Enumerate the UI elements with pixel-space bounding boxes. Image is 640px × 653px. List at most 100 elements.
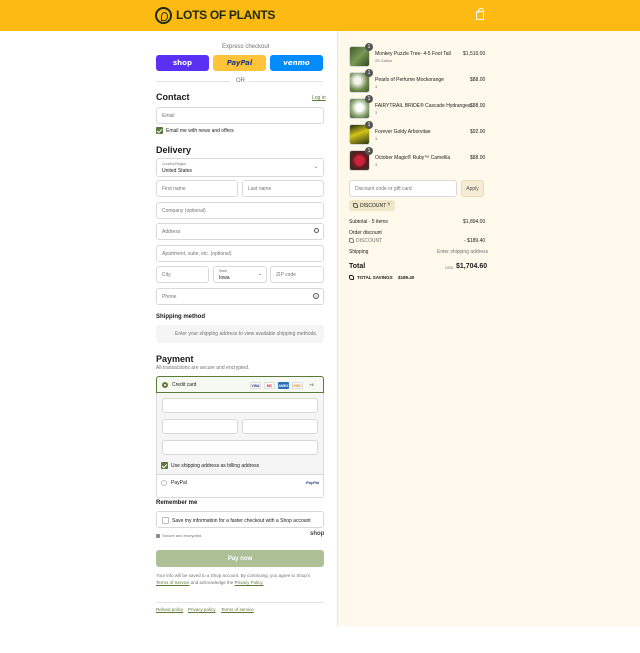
first-name-field[interactable]: First name bbox=[156, 180, 238, 197]
shipping-method-text: Enter your shipping address to view avai… bbox=[175, 331, 318, 337]
help-icon[interactable]: ? bbox=[313, 293, 319, 299]
total-label: Total bbox=[349, 263, 366, 270]
lock-icon bbox=[156, 534, 160, 538]
shop-logo: shop bbox=[310, 531, 325, 537]
lop-logo-icon[interactable] bbox=[155, 7, 172, 24]
shipping-method-heading: Shipping method bbox=[156, 314, 205, 320]
item-name: Forever Goldy Arborvitae bbox=[375, 129, 431, 135]
divider bbox=[156, 602, 324, 603]
item-price: $88.00 bbox=[470, 77, 486, 83]
refund-policy-link[interactable]: Refund policy bbox=[156, 607, 183, 612]
billing-label: Use shipping address as billing address bbox=[171, 463, 260, 469]
total-savings-value: $189.40 bbox=[398, 275, 415, 280]
bag-icon[interactable] bbox=[476, 8, 484, 20]
quantity-badge: 1 bbox=[365, 43, 373, 51]
billing-checkbox[interactable] bbox=[161, 462, 168, 469]
venmo-button[interactable]: venmo bbox=[270, 55, 323, 71]
item-variant: 25 Gallon bbox=[375, 58, 393, 63]
city-placeholder: City bbox=[162, 272, 171, 278]
expiration-field[interactable] bbox=[162, 419, 238, 434]
shipping-value: Enter shipping address bbox=[437, 249, 489, 255]
secure-label: Secure and encrypted bbox=[162, 533, 202, 538]
search-icon bbox=[314, 228, 319, 233]
pay-now-button[interactable]: Pay now bbox=[156, 550, 324, 567]
total-savings-label: TOTAL SAVINGS bbox=[357, 275, 393, 280]
divider bbox=[157, 474, 323, 475]
address-field[interactable]: Address bbox=[156, 223, 324, 240]
paypal-logo: PayPal bbox=[306, 480, 320, 485]
item-price: $88.00 bbox=[470, 103, 486, 109]
tag-icon bbox=[353, 203, 358, 208]
item-name: FAIRYTRAIL BRIDE® Cascade Hydrangea bbox=[375, 103, 471, 109]
express-checkout-title: Express checkout bbox=[222, 44, 270, 50]
last-name-placeholder: Last name bbox=[248, 186, 272, 192]
paypal-button[interactable]: PayPal bbox=[213, 55, 266, 71]
newsletter-checkbox[interactable] bbox=[156, 127, 163, 134]
legal-text-1: Your info will be saved to a Shop accoun… bbox=[156, 573, 311, 578]
last-name-field[interactable]: Last name bbox=[242, 180, 324, 197]
terms-of-service-link[interactable]: Terms of service bbox=[221, 607, 254, 612]
remember-me-box[interactable]: Save my information for a faster checkou… bbox=[156, 511, 324, 528]
company-field[interactable]: Company (optional) bbox=[156, 202, 324, 219]
city-field[interactable]: City bbox=[156, 266, 209, 283]
visa-icon: VISA bbox=[250, 382, 261, 389]
zip-field[interactable]: ZIP code bbox=[270, 266, 324, 283]
currency-label: USD bbox=[445, 265, 454, 270]
phone-placeholder: Phone bbox=[162, 294, 177, 300]
apartment-field[interactable]: Apartment, suite, etc. (optional) bbox=[156, 245, 324, 262]
remove-discount-icon[interactable]: × bbox=[387, 202, 391, 208]
item-price: $92.00 bbox=[470, 129, 486, 135]
quantity-badge: 1 bbox=[365, 121, 373, 129]
credit-card-option[interactable]: Credit card VISA MC AMEX DISC +4 bbox=[156, 376, 324, 393]
country-value: United States bbox=[162, 168, 193, 174]
state-value: Iowa bbox=[219, 275, 230, 281]
privacy-link[interactable]: Privacy Policy. bbox=[235, 580, 264, 585]
shop-pay-button[interactable]: shop bbox=[156, 55, 209, 71]
delivery-heading: Delivery bbox=[156, 145, 192, 155]
payment-heading: Payment bbox=[156, 354, 194, 364]
payment-subtitle: All transactions are secure and encrypte… bbox=[156, 365, 250, 371]
quantity-badge: 1 bbox=[365, 95, 373, 103]
phone-field[interactable]: Phone ? bbox=[156, 288, 324, 305]
apartment-placeholder: Apartment, suite, etc. (optional) bbox=[162, 251, 232, 257]
apply-button[interactable]: Apply bbox=[461, 180, 484, 197]
brand-logo[interactable]: LOTS OF PLANTS bbox=[176, 8, 275, 22]
discover-icon: DISC bbox=[292, 382, 303, 389]
chevron-down-icon: ⌄ bbox=[257, 271, 262, 277]
quantity-badge: 1 bbox=[365, 69, 373, 77]
country-label: Country/Region bbox=[162, 162, 187, 166]
discount-tag-label: DISCOUNT bbox=[360, 203, 387, 209]
login-link[interactable]: Log in bbox=[312, 95, 326, 101]
or-divider-label: OR bbox=[236, 78, 245, 84]
state-label: State bbox=[219, 269, 228, 273]
more-cards-label: +4 bbox=[309, 382, 314, 387]
subtotal-label: Subtotal · 5 items bbox=[349, 219, 388, 225]
discount-placeholder: Discount code or gift card bbox=[355, 186, 412, 192]
state-select[interactable]: State Iowa ⌄ bbox=[213, 266, 267, 283]
paypal-option-label[interactable]: PayPal bbox=[171, 480, 187, 486]
security-code-field[interactable] bbox=[242, 419, 318, 434]
zip-placeholder: ZIP code bbox=[276, 272, 296, 278]
item-price: $1,510.00 bbox=[463, 51, 486, 57]
discount-code-field[interactable]: Discount code or gift card bbox=[349, 180, 457, 197]
item-name: Pearls of Perfume Mockorange bbox=[375, 77, 444, 83]
tag-icon bbox=[349, 238, 354, 243]
card-number-field[interactable] bbox=[162, 398, 318, 413]
site-header bbox=[0, 0, 640, 31]
name-on-card-field[interactable] bbox=[162, 440, 318, 455]
email-field[interactable]: Email bbox=[156, 107, 324, 124]
order-discount-label: Order discount bbox=[349, 230, 382, 236]
privacy-policy-link[interactable]: Privacy policy bbox=[188, 607, 216, 612]
remember-me-heading: Remember me bbox=[156, 500, 198, 506]
item-variant: 3 bbox=[375, 136, 378, 141]
remember-me-checkbox[interactable] bbox=[162, 517, 169, 524]
email-placeholder: Email bbox=[162, 113, 175, 119]
country-select[interactable]: Country/Region United States ⌄ bbox=[156, 158, 324, 177]
radio-selected[interactable] bbox=[162, 382, 168, 388]
paypal-radio[interactable] bbox=[161, 480, 167, 486]
terms-link[interactable]: Terms of Service bbox=[156, 580, 190, 585]
item-variant: 3 bbox=[375, 110, 378, 115]
amex-icon: AMEX bbox=[278, 382, 289, 389]
newsletter-label: Email me with news and offers bbox=[166, 128, 234, 134]
discount-value: - $189.40 bbox=[464, 238, 486, 244]
